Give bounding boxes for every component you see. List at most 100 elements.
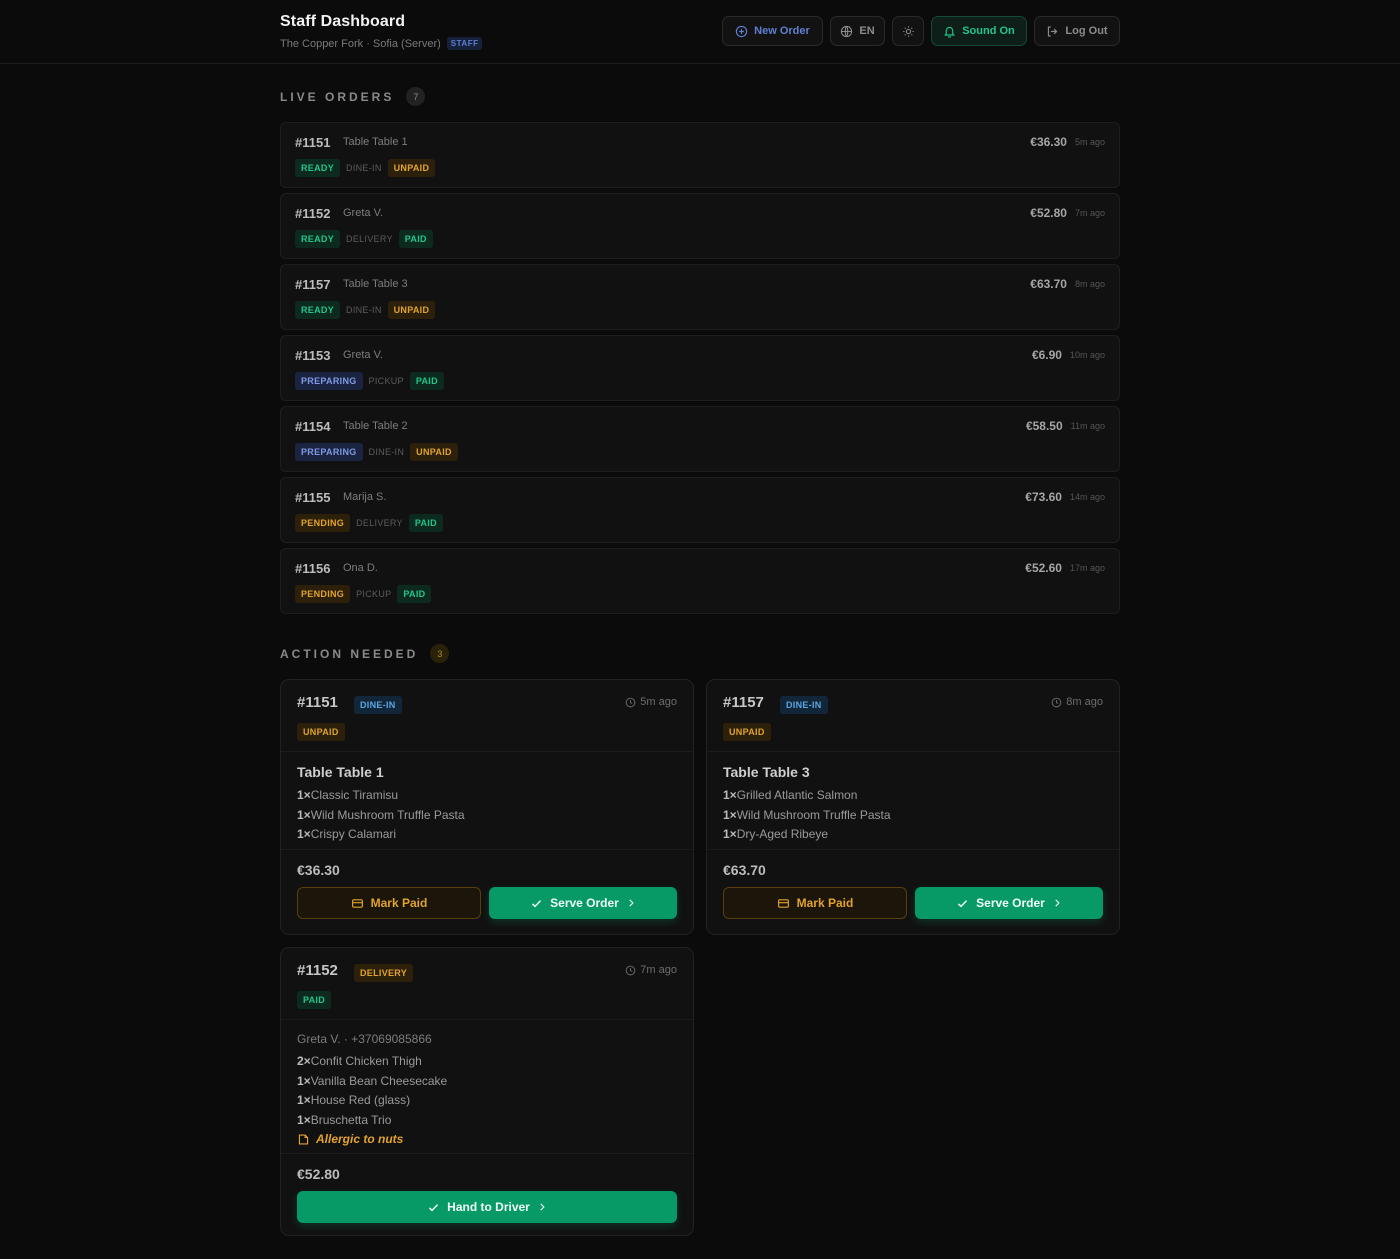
- chevron-right-icon: [540, 1203, 545, 1211]
- order-type-label: DINE-IN: [368, 447, 405, 457]
- live-order-row[interactable]: #1151 Table Table 1 €36.30 5m ago READY DINE-…: [280, 122, 1120, 188]
- theme-toggle-button[interactable]: [892, 16, 924, 46]
- order-number: #1157: [295, 277, 331, 292]
- live-order-row[interactable]: #1155 Marija S. €73.60 14m ago PENDING DELIVE…: [280, 477, 1120, 543]
- order-tags: READY DINE-IN UNPAID: [295, 301, 436, 319]
- card-footer: €52.80 Hand to Driver: [281, 1154, 693, 1223]
- mark-paid-button[interactable]: Mark Paid: [723, 887, 907, 919]
- hand-to-driver-label: Hand to Driver: [447, 1200, 530, 1214]
- language-label: EN: [859, 25, 875, 37]
- order-number: #1156: [295, 561, 331, 576]
- order-total: €52.80: [297, 1166, 340, 1182]
- role-badge: STAFF: [446, 37, 483, 50]
- live-orders-heading: LIVE ORDERS 7: [280, 87, 426, 106]
- order-item: 1×Dry-Aged Ribeye: [723, 827, 829, 841]
- payment-badge: UNPAID: [387, 301, 436, 319]
- order-item: 1×Grilled Atlantic Salmon: [723, 788, 858, 802]
- status-badge: PREPARING: [295, 372, 363, 390]
- action-card: #1151 DINE-IN 5m ago UNPAID Table Table …: [280, 679, 694, 935]
- card-icon: [777, 898, 789, 908]
- live-order-row[interactable]: #1156 Ona D. €52.60 17m ago PENDING PICKUP PAI…: [280, 548, 1120, 614]
- order-item: 1×Classic Tiramisu: [297, 788, 399, 802]
- order-number: #1152: [297, 962, 338, 979]
- live-order-row[interactable]: #1152 Greta V. €52.80 7m ago READY DELIVERY PA…: [280, 193, 1120, 259]
- live-orders-title: LIVE ORDERS: [280, 89, 395, 104]
- live-order-row[interactable]: #1157 Table Table 3 €63.70 8m ago READY DINE-…: [280, 264, 1120, 330]
- restaurant-subtitle: The Copper Fork · Sofia (Server) STAFF: [280, 37, 483, 50]
- table-name: Table Table 1: [297, 764, 384, 780]
- card-icon: [351, 898, 363, 908]
- serve-order-button[interactable]: Serve Order: [915, 887, 1103, 919]
- order-type-badge: DELIVERY: [354, 964, 414, 982]
- order-tags: READY DELIVERY PAID: [295, 230, 433, 248]
- clock-icon: [1051, 697, 1062, 707]
- payment-badge: UNPAID: [723, 723, 771, 741]
- chevron-right-icon: [1055, 899, 1060, 907]
- brand: Staff Dashboard The Copper Fork · Sofia …: [280, 13, 483, 50]
- order-price: €52.80: [1030, 206, 1067, 220]
- order-price: €52.60: [1025, 561, 1062, 575]
- order-time: 5m ago: [625, 696, 677, 708]
- action-card: #1157 DINE-IN 8m ago UNPAID Table Table …: [706, 679, 1120, 935]
- order-price: €63.70: [1030, 277, 1067, 291]
- order-price: €36.30: [1030, 135, 1067, 149]
- live-order-row[interactable]: #1154 Table Table 2 €58.50 11m ago PREPARING…: [280, 406, 1120, 472]
- payment-badge: PAID: [408, 514, 443, 532]
- customer-name: Greta V.: [343, 349, 383, 361]
- page-title: Staff Dashboard: [280, 13, 406, 30]
- payment-badge: UNPAID: [297, 723, 345, 741]
- payment-badge: PAID: [397, 585, 432, 603]
- new-order-button[interactable]: New Order: [722, 16, 823, 46]
- mark-paid-button[interactable]: Mark Paid: [297, 887, 481, 919]
- order-total: €36.30: [297, 862, 340, 878]
- customer-name: Ona D.: [343, 562, 378, 574]
- customer-name: Table Table 3: [343, 278, 408, 290]
- action-card: #1152 DELIVERY 7m ago PAID Greta V. · +3…: [280, 947, 694, 1236]
- order-number: #1153: [295, 348, 331, 363]
- order-ago: 14m ago: [1069, 492, 1105, 502]
- order-ago: 10m ago: [1069, 350, 1105, 360]
- card-header: #1157 DINE-IN 8m ago UNPAID: [707, 680, 1119, 752]
- order-number: #1154: [295, 419, 331, 434]
- order-time: 8m ago: [1051, 696, 1103, 708]
- order-type-badge: DINE-IN: [354, 696, 402, 714]
- order-item: 1×House Red (glass): [297, 1093, 411, 1107]
- order-total: €63.70: [723, 862, 766, 878]
- order-number: #1155: [295, 490, 331, 505]
- sound-toggle-button[interactable]: Sound On: [931, 16, 1027, 46]
- action-needed-heading: ACTION NEEDED 3: [280, 644, 450, 663]
- order-ago: 7m ago: [640, 964, 677, 976]
- hand-to-driver-button[interactable]: Hand to Driver: [297, 1191, 677, 1223]
- live-order-row[interactable]: #1153 Greta V. €6.90 10m ago PREPARING PICKUP…: [280, 335, 1120, 401]
- order-ago: 11m ago: [1070, 421, 1105, 431]
- order-tags: READY DINE-IN UNPAID: [295, 159, 436, 177]
- mark-paid-label: Mark Paid: [370, 896, 428, 910]
- order-number: #1152: [295, 206, 331, 221]
- order-time: 7m ago: [625, 964, 677, 976]
- action-needed-count: 3: [430, 644, 450, 663]
- order-item: 1×Wild Mushroom Truffle Pasta: [723, 807, 891, 822]
- order-type-label: DINE-IN: [346, 163, 382, 173]
- card-body: Table Table 1 1×Classic Tiramisu 1×Wild …: [281, 752, 693, 850]
- order-type-label: DELIVERY: [356, 518, 403, 528]
- customer-name: Greta V.: [343, 207, 383, 219]
- order-tags: PREPARING DINE-IN UNPAID: [295, 443, 458, 461]
- order-ago: 17m ago: [1069, 563, 1105, 573]
- order-note: Allergic to nuts: [297, 1130, 677, 1150]
- order-item: 1×Vanilla Bean Cheesecake: [297, 1073, 448, 1088]
- order-item: 1×Bruschetta Trio: [297, 1112, 392, 1127]
- logout-button[interactable]: Log Out: [1034, 16, 1120, 46]
- order-number: #1151: [295, 135, 331, 150]
- sun-icon: [902, 25, 914, 37]
- action-needed-title: ACTION NEEDED: [280, 646, 419, 661]
- order-ago: 8m ago: [1074, 279, 1105, 289]
- order-price: €6.90: [1031, 348, 1062, 362]
- order-number: #1157: [723, 694, 764, 711]
- language-button[interactable]: EN: [830, 16, 885, 46]
- check-icon: [958, 899, 968, 907]
- order-number: #1151: [297, 694, 338, 711]
- card-header: #1151 DINE-IN 5m ago UNPAID: [281, 680, 693, 752]
- customer-name: Table Table 2: [343, 420, 408, 432]
- plus-circle-icon: [735, 25, 748, 37]
- serve-order-button[interactable]: Serve Order: [489, 887, 677, 919]
